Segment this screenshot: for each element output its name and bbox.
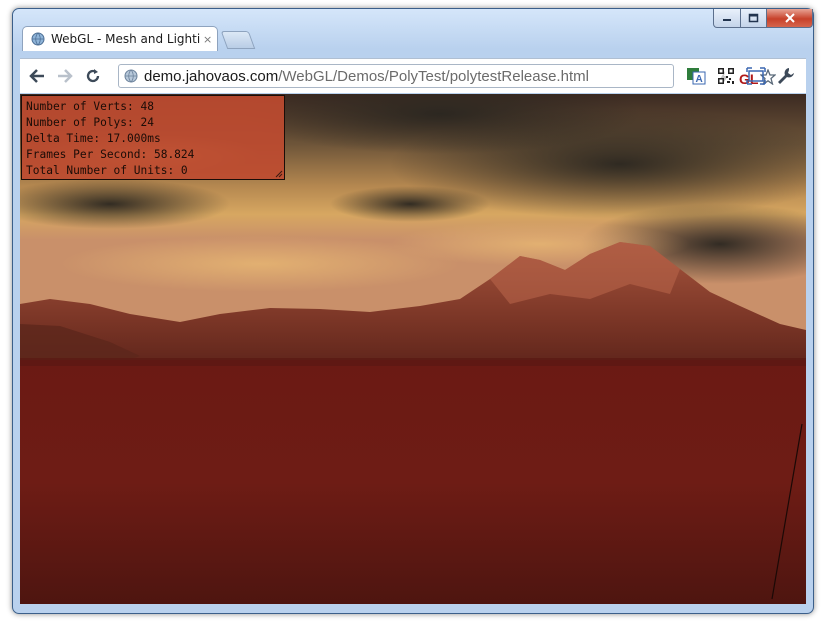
stat-units: Total Number of Units: 0 xyxy=(26,164,188,177)
forward-arrow-icon xyxy=(58,69,73,83)
minimize-icon xyxy=(723,19,731,21)
forward-button[interactable] xyxy=(53,64,77,88)
reload-icon xyxy=(86,69,100,83)
stat-delta-time: Delta Time: 17.000ms xyxy=(26,132,161,145)
page-globe-icon xyxy=(124,69,138,83)
toolbar: demo.jahovaos.com/WebGL/Demos/PolyTest/p… xyxy=(20,58,806,93)
caption-buttons xyxy=(713,9,813,28)
fullscreen-icon xyxy=(746,67,766,85)
tab-webgl-mesh[interactable]: WebGL - Mesh and Lighting × xyxy=(22,26,218,51)
globe-icon xyxy=(31,32,45,46)
url-host: demo.jahovaos.com xyxy=(144,67,279,85)
qr-code-button[interactable] xyxy=(714,64,738,88)
svg-text:A: A xyxy=(696,74,703,85)
wrench-icon xyxy=(778,68,794,84)
stats-overlay: Number of Verts: 48 Number of Polys: 24 … xyxy=(21,95,285,180)
stat-polys: Number of Polys: 24 xyxy=(26,116,154,129)
qr-code-icon xyxy=(718,68,734,84)
url-text: demo.jahovaos.com/WebGL/Demos/PolyTest/p… xyxy=(144,68,589,85)
tab-title: WebGL - Mesh and Lighting xyxy=(51,32,201,46)
back-button[interactable] xyxy=(25,64,49,88)
maximize-button[interactable] xyxy=(741,9,767,28)
translate-button[interactable]: A xyxy=(684,64,708,88)
translate-icon: A xyxy=(687,68,706,85)
tab-close-icon[interactable]: × xyxy=(203,33,212,46)
back-arrow-icon xyxy=(29,69,44,83)
close-icon xyxy=(784,13,795,23)
resize-grip-icon[interactable] xyxy=(275,170,283,178)
webgl-canvas[interactable]: Number of Verts: 48 Number of Polys: 24 … xyxy=(20,94,806,604)
settings-wrench-button[interactable] xyxy=(774,64,798,88)
fullscreen-button[interactable] xyxy=(744,64,768,88)
stat-fps: Frames Per Second: 58.824 xyxy=(26,148,195,161)
url-path: /WebGL/Demos/PolyTest/polytestRelease.ht… xyxy=(278,67,589,85)
reload-button[interactable] xyxy=(81,64,105,88)
stat-verts: Number of Verts: 48 xyxy=(26,100,154,113)
address-bar[interactable]: demo.jahovaos.com/WebGL/Demos/PolyTest/p… xyxy=(118,64,776,88)
minimize-button[interactable] xyxy=(713,9,741,28)
restore-icon xyxy=(748,13,759,23)
close-button[interactable] xyxy=(767,9,813,28)
